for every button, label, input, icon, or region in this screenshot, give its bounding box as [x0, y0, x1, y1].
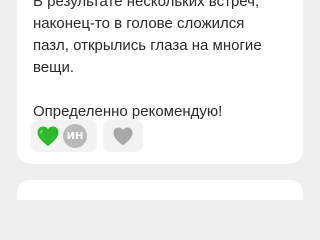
green-heart-reaction[interactable]: ИН	[31, 120, 97, 152]
review-text: В результате нескольких встреч, наконец-…	[33, 0, 303, 123]
reactions-bar: ИН	[31, 120, 143, 152]
add-reaction-button[interactable]	[103, 120, 143, 152]
review-line: В результате нескольких встреч,	[33, 0, 260, 10]
app-screen: В результате нескольких встреч, наконец-…	[0, 0, 320, 200]
next-review-card	[17, 180, 303, 200]
gray-heart-icon	[113, 127, 133, 146]
review-line: пазл, открылись глаза на многие	[33, 37, 262, 54]
review-line: наконец-то в голове сложился	[33, 15, 245, 32]
green-heart-icon	[37, 126, 59, 146]
reactor-avatar[interactable]: ИН	[63, 124, 87, 148]
review-line: вещи.	[33, 59, 75, 76]
